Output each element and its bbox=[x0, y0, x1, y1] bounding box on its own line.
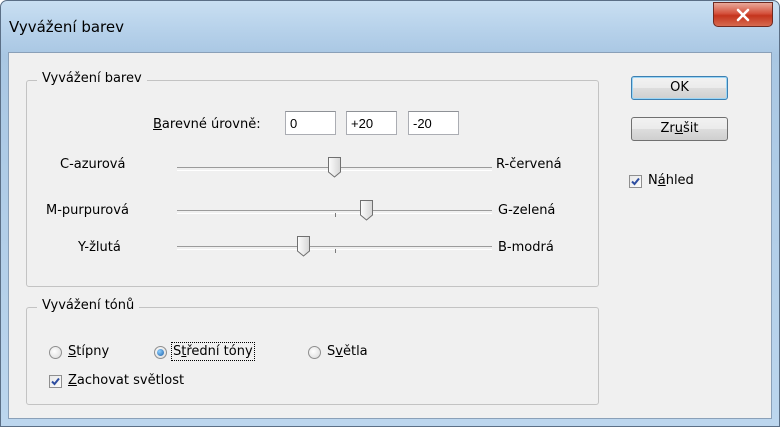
radio-shadows-label[interactable]: Stípny bbox=[68, 344, 109, 359]
color-levels-label: Barevné úrovně: bbox=[153, 117, 261, 132]
slider-center-tick bbox=[335, 249, 336, 253]
close-icon bbox=[736, 8, 750, 22]
slider-right-label-red: R-červená bbox=[496, 157, 562, 172]
slider-thumb[interactable] bbox=[359, 199, 374, 221]
slider-left-label-yellow: Y-žlutá bbox=[78, 240, 121, 255]
title-bar[interactable]: Vyvážení barev bbox=[1, 1, 779, 53]
ok-button[interactable]: OK bbox=[631, 76, 728, 100]
slider-right-label-blue: B-modrá bbox=[498, 240, 554, 255]
cancel-button[interactable]: Zrušit bbox=[631, 117, 728, 141]
tone-balance-legend: Vyvážení tónů bbox=[37, 298, 140, 313]
slider-thumb[interactable] bbox=[327, 156, 342, 178]
radio-midtones-label[interactable]: Střední tóny bbox=[171, 342, 255, 361]
slider-cyan-red[interactable] bbox=[177, 155, 492, 181]
preserve-luminosity-checkbox[interactable] bbox=[49, 375, 62, 388]
dialog-window: Vyvážení barev Vyvážení barev Barevné úr… bbox=[0, 0, 780, 427]
preview-checkbox[interactable] bbox=[629, 175, 642, 188]
dialog-client: Vyvážení barev Barevné úrovně: C-azurová… bbox=[8, 52, 772, 419]
checkmark-icon bbox=[51, 377, 60, 386]
radio-midtones[interactable] bbox=[154, 346, 167, 359]
slider-left-label-cyan: C-azurová bbox=[60, 157, 126, 172]
radio-highlights[interactable] bbox=[308, 346, 321, 359]
checkmark-icon bbox=[631, 177, 640, 186]
level-field-cyan-red[interactable] bbox=[285, 111, 336, 135]
window-title: Vyvážení barev bbox=[9, 18, 125, 36]
slider-center-tick bbox=[335, 213, 336, 217]
slider-magenta-green[interactable] bbox=[177, 198, 492, 224]
radio-highlights-label[interactable]: Světla bbox=[327, 344, 368, 359]
slider-yellow-blue[interactable] bbox=[177, 234, 492, 260]
preview-label[interactable]: Náhled bbox=[648, 173, 694, 188]
level-field-magenta-green[interactable] bbox=[346, 111, 397, 135]
preserve-luminosity-label[interactable]: Zachovat světlost bbox=[68, 373, 184, 388]
color-balance-legend: Vyvážení barev bbox=[37, 71, 147, 86]
level-field-yellow-blue[interactable] bbox=[408, 111, 459, 135]
close-button[interactable] bbox=[713, 2, 773, 27]
radio-shadows[interactable] bbox=[49, 346, 62, 359]
slider-left-label-magenta: M-purpurová bbox=[46, 203, 129, 218]
slider-right-label-green: G-zelená bbox=[498, 203, 556, 218]
slider-thumb[interactable] bbox=[296, 235, 311, 257]
